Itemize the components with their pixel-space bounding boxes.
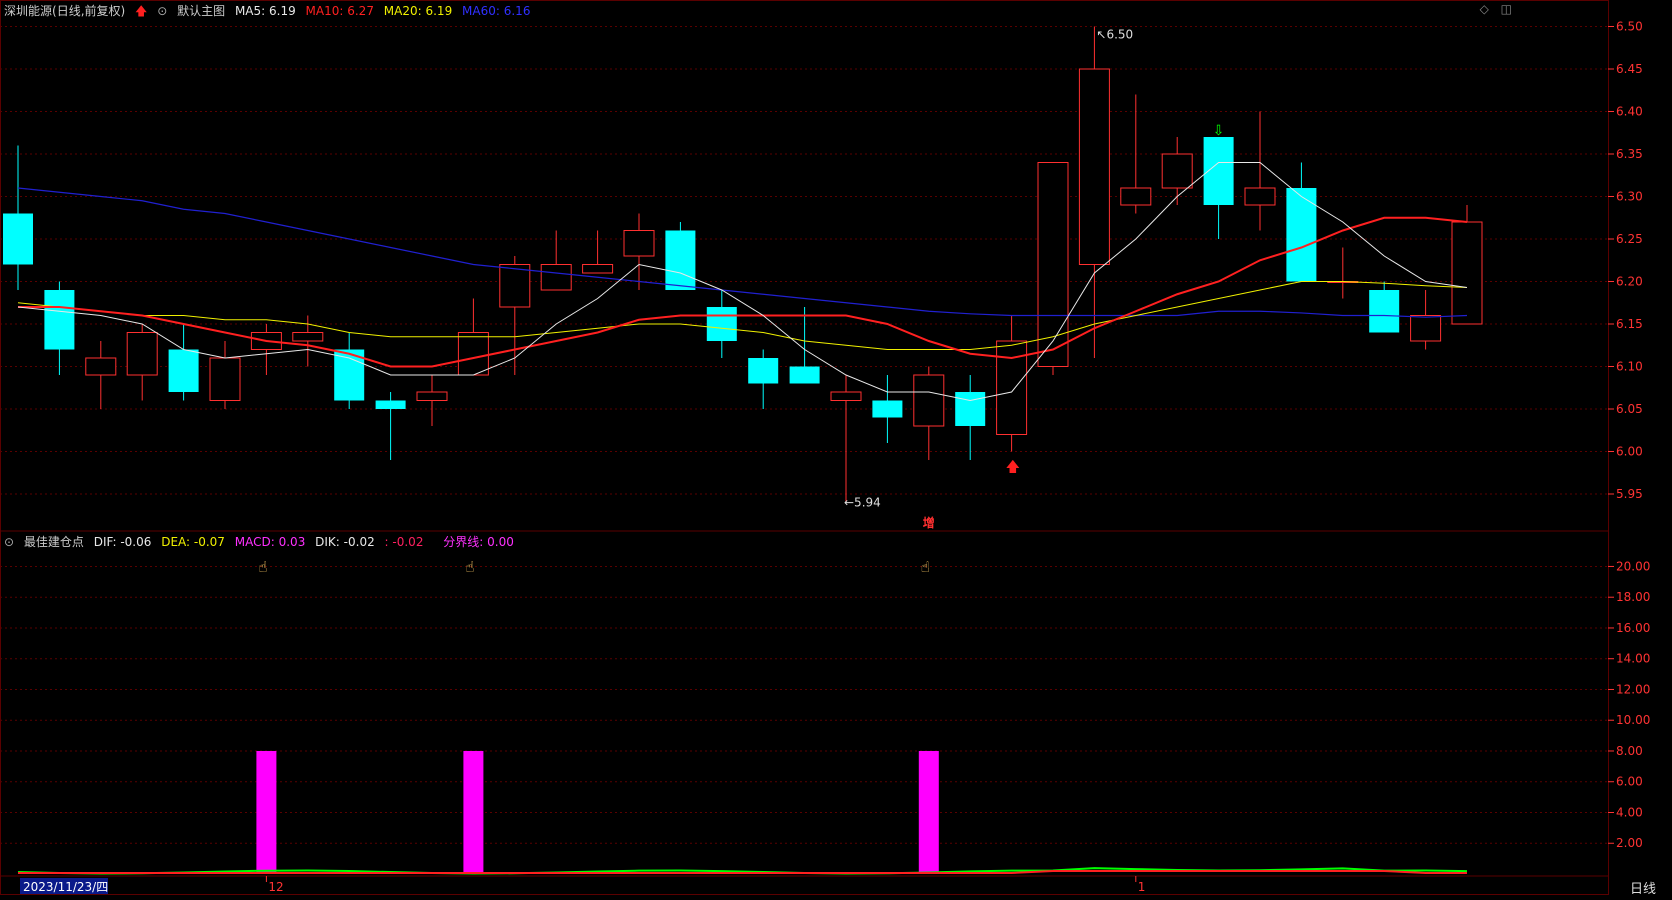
candle-body <box>3 213 33 265</box>
pointing-hand-icon: ☝ <box>921 558 930 576</box>
main-chart-label[interactable]: 默认主图 <box>177 4 225 18</box>
signal-bar <box>463 750 484 874</box>
candle-body <box>830 391 862 401</box>
candle-body <box>1286 188 1317 282</box>
ma60-line <box>17 187 1468 318</box>
signal-bar <box>918 750 939 874</box>
y-tick-label: 6.10 <box>1616 360 1643 374</box>
y-tick-label: 16.00 <box>1616 621 1650 635</box>
split-icon[interactable]: ◫ <box>1501 2 1512 16</box>
candle-body <box>748 358 779 384</box>
candle-body <box>375 400 406 409</box>
candle-body <box>582 264 614 274</box>
signal-bar <box>256 750 277 874</box>
pointing-hand-icon: ☝ <box>465 558 474 576</box>
y-tick-label: 6.35 <box>1616 147 1643 161</box>
candle-body <box>126 332 158 376</box>
candle-body <box>168 349 199 392</box>
candle-body <box>416 391 448 401</box>
ma10-label: MA10: 6.27 <box>305 4 374 18</box>
date-label: 2023/11/23/四 <box>23 880 108 894</box>
candle-body <box>1161 153 1193 189</box>
candle-body <box>955 392 986 426</box>
y-tick-label: 10.00 <box>1616 713 1650 727</box>
y-tick-label: 6.40 <box>1616 105 1643 119</box>
y-tick-label: 20.00 <box>1616 559 1650 573</box>
candle-body <box>789 366 820 384</box>
y-tick-label: 6.50 <box>1616 20 1643 34</box>
y-tick-label: 6.00 <box>1616 445 1643 459</box>
y-tick-label: 6.45 <box>1616 62 1643 76</box>
month-label-12: 12 <box>268 880 283 894</box>
period-button[interactable]: 日线 <box>1630 882 1656 897</box>
ma60-label: MA60: 6.16 <box>462 4 531 18</box>
stock-name: 深圳能源 <box>4 4 53 18</box>
candle-body <box>1451 221 1483 325</box>
y-tick-label: 12.00 <box>1616 682 1650 696</box>
candle-body <box>1410 315 1442 342</box>
y-tick-label: 14.00 <box>1616 652 1650 666</box>
y-tick-label: 18.00 <box>1616 590 1650 604</box>
dif-label: DIF: -0.06 <box>93 535 152 549</box>
candle-body <box>706 307 737 341</box>
divider-line-label: 分界线: 0.00 <box>443 535 514 549</box>
indicator-name[interactable]: 最佳建仓点 <box>24 535 84 549</box>
sell-arrow-icon: ⇩ <box>1213 123 1225 139</box>
y-tick-label: 6.25 <box>1616 232 1643 246</box>
candle-body <box>457 332 489 376</box>
y-tick-label: 6.00 <box>1616 775 1643 789</box>
candle-body <box>209 357 241 401</box>
candle-body <box>85 357 117 376</box>
up-arrow-icon: 🡅 <box>135 4 148 18</box>
candle-body <box>499 264 531 308</box>
candle-body <box>1120 187 1152 206</box>
ma20-label: MA20: 6.19 <box>383 4 453 18</box>
candle-body <box>540 264 572 291</box>
y-tick-label: 6.15 <box>1616 317 1643 331</box>
y-tick-label: 6.05 <box>1616 402 1643 416</box>
ma5-label: MA5: 6.19 <box>234 4 296 18</box>
candle-body <box>623 230 655 257</box>
candle-body <box>1037 162 1069 367</box>
y-tick-label: 6.20 <box>1616 275 1643 289</box>
dea-label: DEA: -0.07 <box>161 535 225 549</box>
dropdown-icon[interactable]: ⊙ <box>157 4 167 18</box>
chart-toolbar: ◇ ◫ <box>1472 2 1512 16</box>
buy-arrow-icon: 🡅 <box>1006 460 1020 476</box>
chart-frame <box>0 0 1609 895</box>
extra-label: : -0.02 <box>384 535 424 549</box>
y-tick-label: 2.00 <box>1616 836 1643 850</box>
macd-label: MACD: 0.03 <box>234 535 306 549</box>
candle-body <box>872 400 903 418</box>
high-price-label: ↖6.50 <box>1096 28 1133 42</box>
main-chart-header: 深圳能源(日线,前复权) 🡅 ⊙ 默认主图 MA5: 6.19 MA10: 6.… <box>4 2 536 23</box>
pin-icon[interactable]: ◇ <box>1480 2 1489 16</box>
y-tick-label: 6.30 <box>1616 190 1643 204</box>
candle-body <box>665 230 696 290</box>
candle-body <box>1078 68 1110 265</box>
y-tick-label: 8.00 <box>1616 744 1643 758</box>
candle-body <box>1244 187 1276 206</box>
zeng-marker: 增 <box>923 515 935 530</box>
dik-label: DIK: -0.02 <box>315 535 375 549</box>
y-tick-label: 4.00 <box>1616 805 1643 819</box>
stock-chart[interactable]: 5.95 6.00 6.05 6.10 6.15 6.20 6.25 6.30 6.35 6.40… <box>0 0 1672 900</box>
dropdown-icon[interactable]: ⊙ <box>4 535 14 549</box>
indicator-header: ⊙ 最佳建仓点 DIF: -0.06 DEA: -0.07 MACD: 0.03… <box>4 533 520 550</box>
candle-body <box>913 374 945 427</box>
month-label-1: 1 <box>1138 880 1146 894</box>
chart-period: (日线,前复权) <box>52 4 126 18</box>
candle-body <box>44 290 75 350</box>
candle-body <box>292 332 324 342</box>
pointing-hand-icon: ☝ <box>258 558 267 576</box>
low-price-label: ←5.94 <box>844 496 881 510</box>
candle-body <box>1369 290 1400 333</box>
y-tick-label: 5.95 <box>1616 487 1643 501</box>
